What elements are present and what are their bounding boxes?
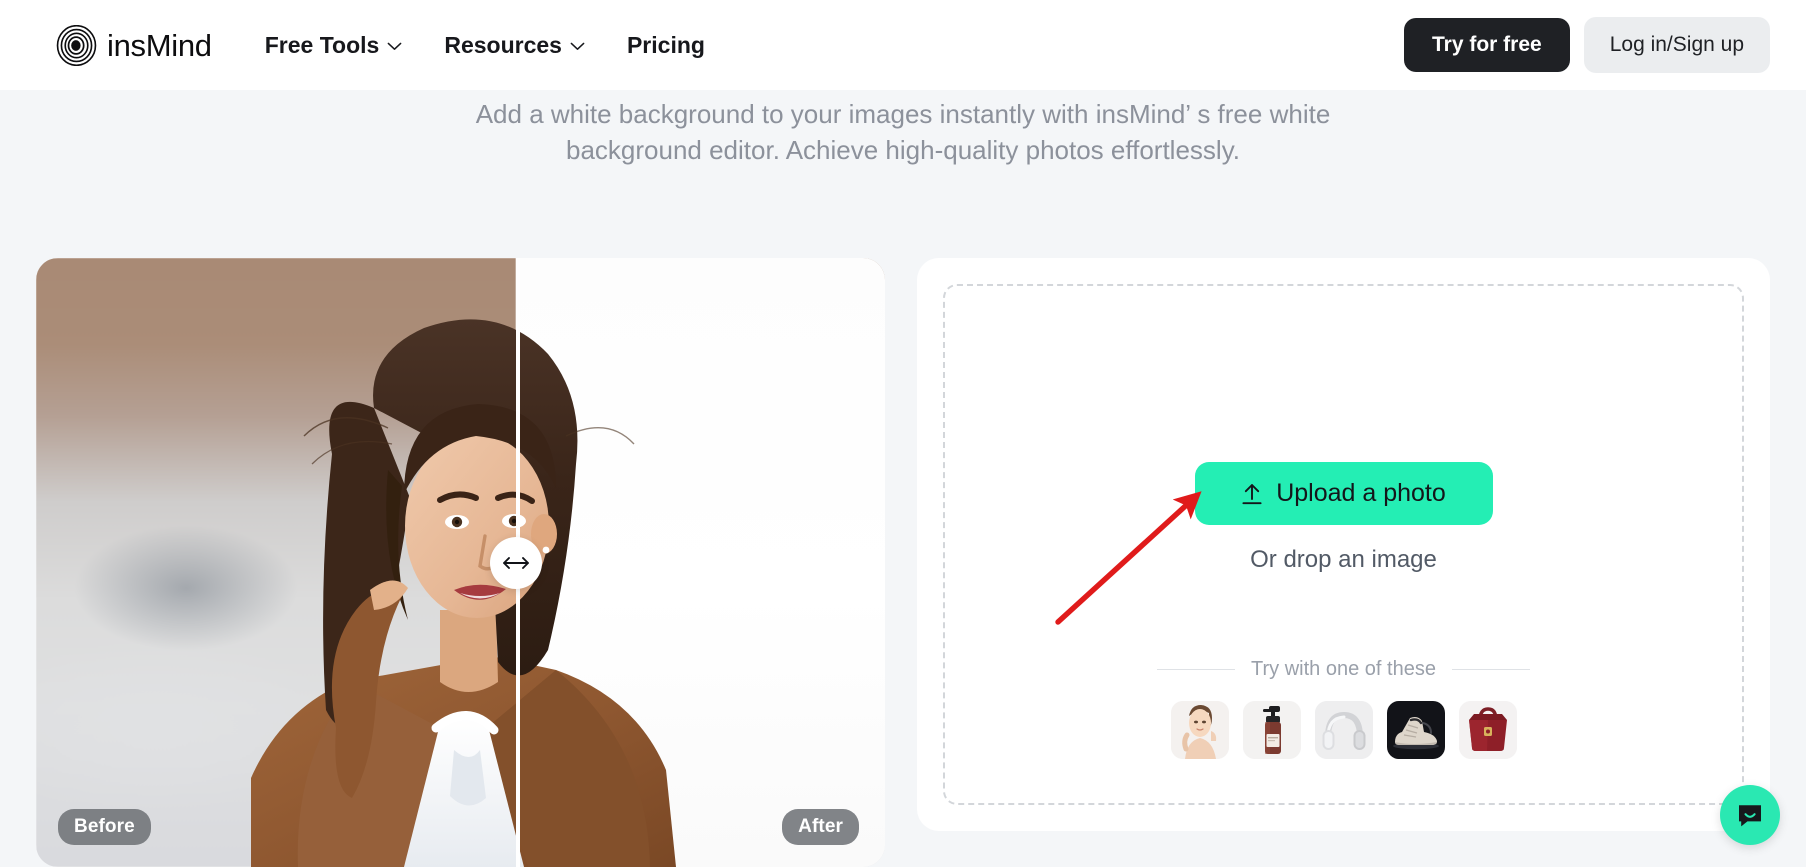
divider-right — [1451, 669, 1530, 670]
sample-thumb-pump-bottle[interactable] — [1242, 701, 1301, 759]
nav-label-free-tools: Free Tools — [264, 31, 380, 58]
login-signup-button[interactable]: Log in/Sign up — [1583, 17, 1770, 73]
sneaker-thumbnail-icon — [1386, 701, 1445, 759]
upload-panel: Upload a photo Or drop an image Try with… — [917, 258, 1770, 831]
logo[interactable]: insMind — [56, 24, 212, 66]
samples-label: Try with one of these — [1251, 658, 1436, 680]
headphones-thumbnail-icon — [1314, 701, 1373, 759]
sample-thumb-red-handbag[interactable] — [1458, 701, 1517, 759]
nav-item-free-tools[interactable]: Free Tools — [265, 32, 403, 59]
sample-thumb-headphones[interactable] — [1314, 701, 1373, 759]
logo-text: insMind — [107, 27, 212, 63]
after-badge: After — [782, 809, 859, 845]
samples-header: Try with one of these — [1157, 658, 1530, 681]
drop-hint-text: Or drop an image — [1250, 546, 1437, 573]
chevron-down-icon — [570, 42, 585, 50]
left-right-arrow-icon — [502, 556, 529, 569]
sample-thumbnails — [1170, 701, 1517, 759]
comparison-slider-handle[interactable] — [489, 536, 542, 589]
try-for-free-button[interactable]: Try for free — [1404, 18, 1570, 72]
dropzone-center: Upload a photo Or drop an image — [945, 462, 1742, 574]
nav-label-resources: Resources — [444, 31, 562, 58]
divider-left — [1157, 669, 1236, 670]
nav-item-resources[interactable]: Resources — [444, 32, 585, 59]
site-header: insMind Free Tools Resources Pricing Try… — [0, 0, 1806, 90]
page-root: insMind Free Tools Resources Pricing Try… — [0, 0, 1806, 867]
upload-arrow-icon — [1242, 483, 1262, 504]
red-handbag-thumbnail-icon — [1458, 701, 1517, 759]
upload-a-photo-button[interactable]: Upload a photo — [1194, 462, 1493, 525]
before-badge: Before — [58, 809, 151, 845]
nav-label-pricing: Pricing — [626, 31, 705, 58]
dropzone[interactable]: Upload a photo Or drop an image Try with… — [943, 284, 1744, 805]
main-content: Before After Upload a photo Or drop an i… — [0, 258, 1806, 867]
upload-button-label: Upload a photo — [1276, 479, 1446, 507]
samples-section: Try with one of these — [945, 658, 1742, 759]
sample-thumb-sneaker[interactable] — [1386, 701, 1445, 759]
chat-bubble-smile-icon — [1739, 805, 1761, 827]
nav-item-pricing[interactable]: Pricing — [627, 32, 705, 59]
pump-bottle-thumbnail-icon — [1242, 701, 1301, 759]
chevron-down-icon — [387, 42, 402, 50]
before-after-comparison[interactable]: Before After — [36, 258, 885, 867]
concentric-circles-logo-icon — [56, 24, 97, 66]
header-actions: Try for free Log in/Sign up — [1404, 17, 1770, 73]
sample-thumb-woman-skincare[interactable] — [1170, 701, 1229, 759]
hero-subtitle: Add a white background to your images in… — [475, 99, 1331, 165]
primary-nav: Free Tools Resources Pricing — [265, 32, 705, 59]
chat-widget-button[interactable] — [1720, 785, 1780, 845]
woman-skincare-thumbnail-icon — [1170, 701, 1229, 759]
